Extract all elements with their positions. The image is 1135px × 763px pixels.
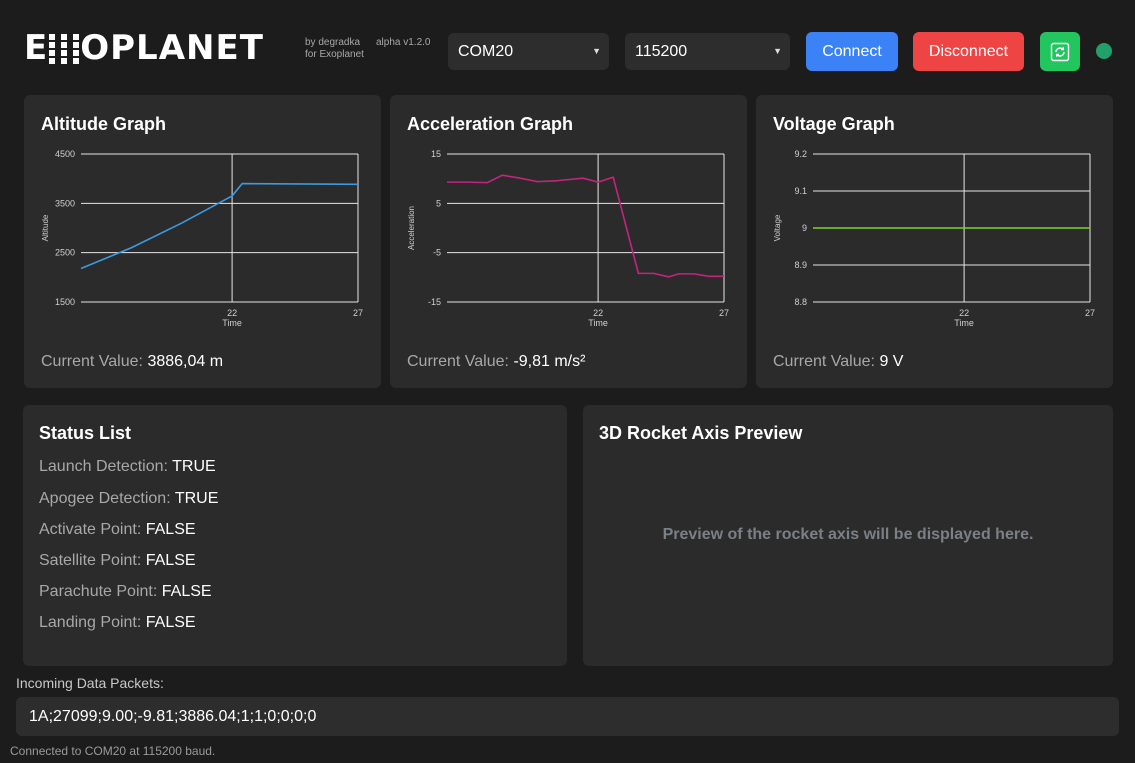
status-item-satellite: Satellite Point: FALSE (39, 552, 196, 570)
y-tick-label: 2500 (55, 248, 75, 258)
port-select-value: COM20 (458, 43, 514, 60)
byline-org: for Exoplanet (305, 49, 364, 60)
incoming-packets-label: Incoming Data Packets: (16, 675, 164, 691)
x-axis-label: Time (588, 318, 608, 328)
rocket-preview-title: 3D Rocket Axis Preview (599, 423, 803, 443)
status-item-label: Satellite Point: (39, 552, 142, 569)
series-line (447, 174, 724, 278)
status-item-label: Activate Point: (39, 521, 142, 538)
altitude-current-value: 3886,04 m (147, 353, 224, 370)
y-tick-label: 15 (431, 149, 441, 159)
y-tick-label: 9.1 (794, 186, 807, 196)
y-tick-label: 5 (436, 198, 441, 208)
refresh-icon (1050, 42, 1070, 62)
status-item-activate: Activate Point: FALSE (39, 521, 196, 539)
port-select[interactable]: COM20 ▼ (448, 33, 609, 70)
rocket-preview-card: 3D Rocket Axis Preview Preview of the ro… (583, 405, 1113, 666)
logo-letter-e: E (24, 28, 49, 68)
connection-status-text: Connected to COM20 at 115200 baud. (10, 744, 216, 758)
y-tick-label: -15 (428, 297, 441, 307)
status-list-card: Status List Launch Detection: TRUE Apoge… (23, 405, 567, 666)
acceleration-current-label: Current Value: (407, 353, 509, 370)
voltage-current-label: Current Value: (773, 353, 875, 370)
refresh-button[interactable] (1040, 32, 1080, 71)
y-axis-label: Altitude (41, 214, 50, 241)
altitude-card: Altitude Graph 1500 2500 3500 4500 22 27 Time A… (24, 95, 381, 388)
series-line (80, 182, 359, 270)
x-tick-label: 27 (353, 308, 363, 318)
status-item-label: Parachute Point: (39, 583, 158, 600)
altitude-chart: 1500 2500 3500 4500 22 27 Time Altitude (41, 149, 363, 328)
incoming-packet-field[interactable]: 1A;27099;9.00;-9.81;3886.04;1;1;0;0;0;0 (16, 697, 1119, 736)
status-item-label: Landing Point: (39, 614, 142, 631)
altitude-current: Current Value: 3886,04 m (41, 353, 223, 371)
y-tick-label: 1500 (55, 297, 75, 307)
altitude-current-label: Current Value: (41, 353, 143, 370)
logo-text-oplanet: OPLANET (80, 28, 264, 68)
status-item-landing: Landing Point: FALSE (39, 614, 196, 632)
x-tick-label: 27 (719, 308, 729, 318)
y-tick-label: 8.9 (794, 260, 807, 270)
y-tick-label: 8.8 (794, 297, 807, 307)
voltage-current: Current Value: 9 V (773, 353, 903, 371)
x-tick-label: 22 (227, 308, 237, 318)
x-axis-label: Time (222, 318, 242, 328)
byline: by degradka for Exoplanet (305, 37, 364, 61)
status-item-apogee: Apogee Detection: TRUE (39, 490, 218, 508)
status-item-label: Apogee Detection: (39, 490, 171, 507)
x-tick-label: 22 (593, 308, 603, 318)
voltage-chart: 8.8 8.9 9 9.1 9.2 22 27 Time Voltage (773, 149, 1095, 328)
y-tick-label: 9 (802, 223, 807, 233)
y-tick-label: 9.2 (794, 149, 807, 159)
y-axis-label: Acceleration (407, 206, 416, 250)
status-list-title: Status List (39, 423, 132, 443)
acceleration-chart: -15 -5 5 15 22 27 Time Acceleration (407, 149, 729, 328)
x-tick-label: 27 (1085, 308, 1095, 318)
x-axis-label: Time (954, 318, 974, 328)
logo-x-mark (49, 32, 80, 64)
x-tick-label: 22 (959, 308, 969, 318)
y-tick-label: -5 (433, 248, 441, 258)
status-item-value: FALSE (145, 552, 196, 569)
status-item-value: FALSE (145, 521, 196, 538)
byline-author: by degradka (305, 37, 361, 48)
acceleration-current-value: -9,81 m/s² (513, 353, 586, 370)
y-tick-label: 4500 (55, 149, 75, 159)
connect-button[interactable]: Connect (806, 32, 898, 71)
status-item-value: FALSE (161, 583, 212, 600)
y-axis-label: Voltage (773, 214, 782, 241)
voltage-current-value: 9 V (879, 353, 904, 370)
rocket-preview-placeholder: Preview of the rocket axis will be displ… (662, 526, 1034, 543)
header: E OPLANET by degradka for Exoplanet alpha… (0, 0, 1135, 95)
app-logo: E OPLANET (24, 30, 264, 66)
status-item-launch: Launch Detection: TRUE (39, 458, 216, 476)
status-item-label: Launch Detection: (39, 458, 168, 475)
acceleration-card: Acceleration Graph -15 -5 5 15 22 27 Time Accel… (390, 95, 747, 388)
voltage-card: Voltage Graph 8.8 8.9 9 9.1 9.2 22 27 Time Volta… (756, 95, 1113, 388)
status-item-parachute: Parachute Point: FALSE (39, 583, 212, 601)
status-item-value: TRUE (174, 490, 219, 507)
disconnect-button[interactable]: Disconnect (913, 32, 1024, 71)
chevron-down-icon: ▼ (773, 46, 782, 56)
status-item-value: FALSE (145, 614, 196, 631)
version-label: alpha v1.2.0 (376, 37, 431, 48)
baud-select[interactable]: 115200 ▼ (625, 33, 790, 70)
y-tick-label: 3500 (55, 198, 75, 208)
status-item-value: TRUE (172, 458, 216, 475)
acceleration-current: Current Value: -9,81 m/s² (407, 353, 585, 371)
connection-status-dot (1096, 43, 1112, 59)
baud-select-value: 115200 (635, 43, 688, 60)
chevron-down-icon: ▼ (592, 46, 601, 56)
